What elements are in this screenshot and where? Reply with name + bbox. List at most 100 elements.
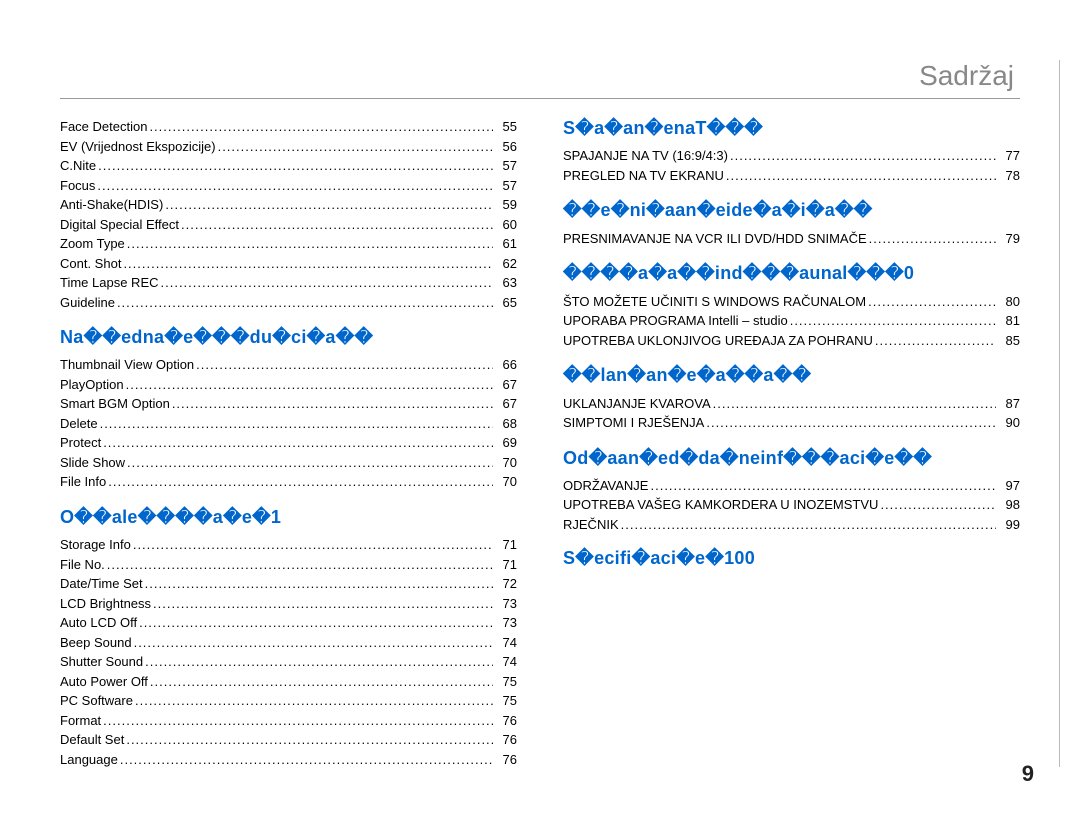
toc-leader-dots — [127, 453, 493, 473]
toc-entry[interactable]: Delete68 — [60, 414, 517, 434]
toc-label: PRESNIMAVANJE NA VCR ILI DVD/HDD SNIMAČE — [563, 229, 867, 249]
toc-leader-dots — [127, 234, 493, 254]
toc-entry[interactable]: UKLANJANJE KVAROVA87 — [563, 394, 1020, 414]
section-heading-maintenance: Od�aan�ed�da�neinf���aci�e�� — [563, 447, 1020, 470]
toc-label: Time Lapse REC — [60, 273, 159, 293]
toc-page-number: 65 — [495, 293, 517, 313]
toc-leader-dots — [650, 476, 996, 496]
toc-entry[interactable]: UPOTREBA VAŠEG KAMKORDERA U INOZEMSTVU98 — [563, 495, 1020, 515]
toc-leader-dots — [868, 292, 996, 312]
toc-page-number: 74 — [495, 652, 517, 672]
toc-group-r2: PRESNIMAVANJE NA VCR ILI DVD/HDD SNIMAČE… — [563, 229, 1020, 249]
toc-page-number: 72 — [495, 574, 517, 594]
toc-leader-dots — [713, 394, 996, 414]
toc-leader-dots — [790, 311, 996, 331]
toc-page-number: 97 — [998, 476, 1020, 496]
page-title: Sadržaj — [60, 60, 1020, 92]
toc-entry[interactable]: Format76 — [60, 711, 517, 731]
toc-entry[interactable]: PC Software75 — [60, 691, 517, 711]
toc-page-number: 59 — [495, 195, 517, 215]
toc-entry[interactable]: File No.71 — [60, 555, 517, 575]
toc-leader-dots — [145, 652, 493, 672]
toc-label: SIMPTOMI I RJEŠENJA — [563, 413, 704, 433]
toc-page-number: 90 — [998, 413, 1020, 433]
toc-leader-dots — [726, 166, 996, 186]
toc-entry[interactable]: UPOTREBA UKLONJIVOG UREĐAJA ZA POHRANU85 — [563, 331, 1020, 351]
toc-leader-dots — [145, 574, 493, 594]
right-margin-line — [1059, 60, 1060, 767]
toc-leader-dots — [196, 355, 493, 375]
toc-entry[interactable]: ODRŽAVANJE 97 — [563, 476, 1020, 496]
toc-entry[interactable]: UPORABA PROGRAMA Intelli – studio81 — [563, 311, 1020, 331]
toc-label: Delete — [60, 414, 98, 434]
toc-entry[interactable]: Face Detection55 — [60, 117, 517, 137]
toc-page-number: 81 — [998, 311, 1020, 331]
toc-entry[interactable]: Language76 — [60, 750, 517, 770]
toc-page-number: 57 — [495, 156, 517, 176]
toc-entry[interactable]: PlayOption67 — [60, 375, 517, 395]
toc-entry[interactable]: Default Set76 — [60, 730, 517, 750]
section-heading-dubbing: ��e�ni�aan�eide�a�i�a�� — [563, 199, 1020, 222]
toc-label: SPAJANJE NA TV (16:9/4:3) — [563, 146, 728, 166]
toc-page-number: 79 — [998, 229, 1020, 249]
toc-group-r4: UKLANJANJE KVAROVA87SIMPTOMI I RJEŠENJA 9… — [563, 394, 1020, 433]
toc-page-number: 61 — [495, 234, 517, 254]
toc-entry[interactable]: EV (Vrijednost Ekspozicije)56 — [60, 137, 517, 157]
toc-entry[interactable]: Time Lapse REC63 — [60, 273, 517, 293]
toc-page-number: 55 — [495, 117, 517, 137]
toc-leader-dots — [875, 331, 996, 351]
toc-entry[interactable]: Digital Special Effect60 — [60, 215, 517, 235]
toc-label: ODRŽAVANJE — [563, 476, 648, 496]
toc-entry[interactable]: Zoom Type61 — [60, 234, 517, 254]
toc-entry[interactable]: File Info70 — [60, 472, 517, 492]
toc-label: Language — [60, 750, 118, 770]
toc-page-number: 75 — [495, 672, 517, 692]
toc-entry[interactable]: Protect69 — [60, 433, 517, 453]
toc-page-number: 73 — [495, 594, 517, 614]
toc-entry[interactable]: ŠTO MOŽETE UČINITI S WINDOWS RAČUNALOM80 — [563, 292, 1020, 312]
header-rule — [60, 98, 1020, 99]
left-column: Face Detection55EV (Vrijednost Ekspozici… — [60, 117, 517, 769]
toc-entry[interactable]: SIMPTOMI I RJEŠENJA 90 — [563, 413, 1020, 433]
toc-entry[interactable]: Focus57 — [60, 176, 517, 196]
toc-entry[interactable]: Beep Sound74 — [60, 633, 517, 653]
toc-entry[interactable]: Auto Power Off75 — [60, 672, 517, 692]
toc-entry[interactable]: Date/Time Set72 — [60, 574, 517, 594]
toc-label: Focus — [60, 176, 95, 196]
toc-entry[interactable]: C.Nite57 — [60, 156, 517, 176]
toc-entry[interactable]: Guideline65 — [60, 293, 517, 313]
toc-leader-dots — [126, 375, 493, 395]
toc-page-number: 70 — [495, 453, 517, 473]
toc-label: UPOTREBA UKLONJIVOG UREĐAJA ZA POHRANU — [563, 331, 873, 351]
toc-entry[interactable]: RJEČNIK99 — [563, 515, 1020, 535]
toc-label: Default Set — [60, 730, 124, 750]
toc-entry[interactable]: Smart BGM Option67 — [60, 394, 517, 414]
toc-page-number: 67 — [495, 375, 517, 395]
toc-label: Storage Info — [60, 535, 131, 555]
toc-entry[interactable]: PRESNIMAVANJE NA VCR ILI DVD/HDD SNIMAČE… — [563, 229, 1020, 249]
section-heading-other-settings: O��ale����a�e�1 — [60, 506, 517, 529]
toc-entry[interactable]: Auto LCD Off73 — [60, 613, 517, 633]
toc-leader-dots — [108, 472, 493, 492]
toc-leader-dots — [103, 711, 493, 731]
toc-entry[interactable]: PREGLED NA TV EKRANU78 — [563, 166, 1020, 186]
toc-label: Digital Special Effect — [60, 215, 179, 235]
toc-entry[interactable]: LCD Brightness73 — [60, 594, 517, 614]
toc-entry[interactable]: Shutter Sound74 — [60, 652, 517, 672]
toc-entry[interactable]: Anti-Shake(HDIS)59 — [60, 195, 517, 215]
toc-entry[interactable]: Cont. Shot62 — [60, 254, 517, 274]
toc-group-r1: SPAJANJE NA TV (16:9/4:3)77PREGLED NA TV… — [563, 146, 1020, 185]
toc-entry[interactable]: Storage Info71 — [60, 535, 517, 555]
toc-entry[interactable]: Thumbnail View Option66 — [60, 355, 517, 375]
toc-label: Cont. Shot — [60, 254, 121, 274]
toc-entry[interactable]: SPAJANJE NA TV (16:9/4:3)77 — [563, 146, 1020, 166]
section-heading-troubleshooting: ��lan�an�e�a��a�� — [563, 364, 1020, 387]
toc-leader-dots — [165, 195, 493, 215]
toc-page-number: 67 — [495, 394, 517, 414]
toc-entry[interactable]: Slide Show70 — [60, 453, 517, 473]
toc-leader-dots — [133, 535, 493, 555]
toc-leader-dots — [181, 215, 493, 235]
toc-page-number: 66 — [495, 355, 517, 375]
toc-leader-dots — [123, 254, 493, 274]
toc-label: RJEČNIK — [563, 515, 619, 535]
